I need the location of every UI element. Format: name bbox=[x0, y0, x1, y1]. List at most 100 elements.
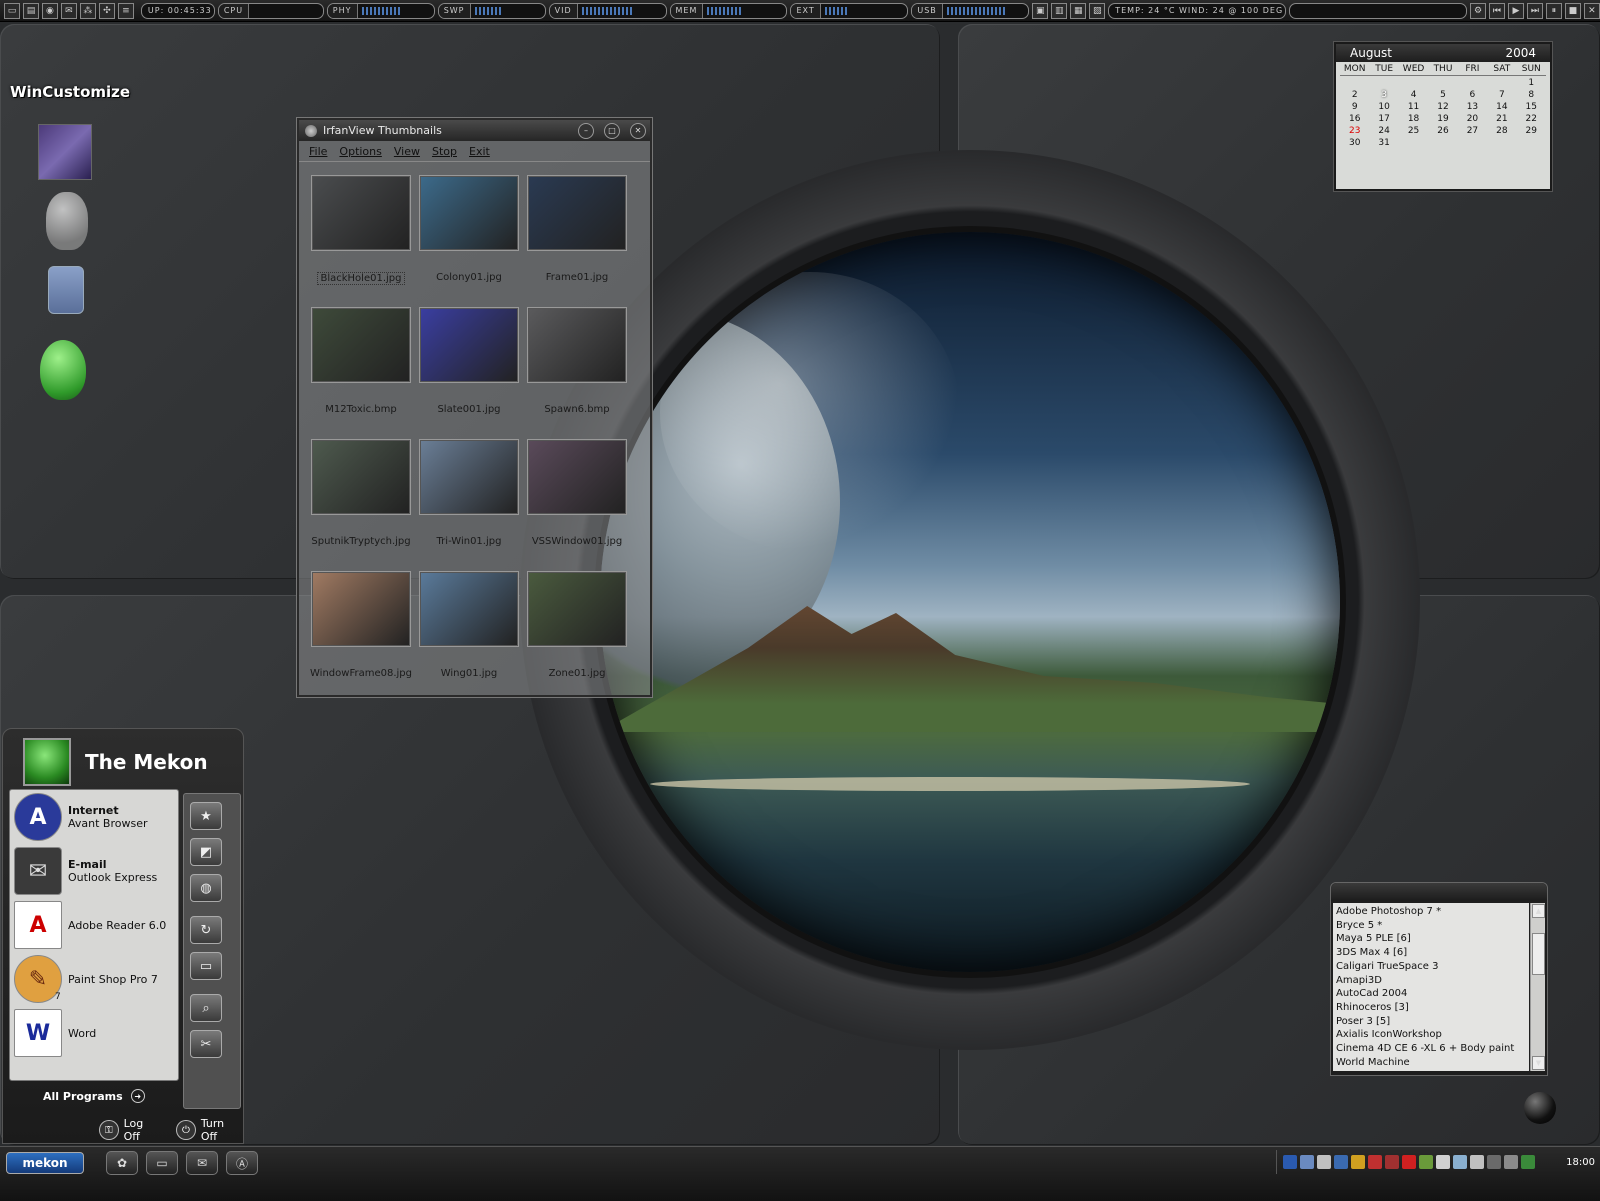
thumbnail-image[interactable] bbox=[420, 572, 518, 646]
scroll-thumb[interactable] bbox=[1532, 933, 1545, 975]
menu-item-stop[interactable]: Stop bbox=[432, 145, 457, 158]
tray-app-icon[interactable] bbox=[1385, 1155, 1399, 1169]
launcher-item[interactable]: AutoCad 2004 bbox=[1336, 987, 1526, 1001]
outlook-quicklaunch-icon[interactable]: ✉ bbox=[186, 1151, 218, 1175]
layout-icon-4[interactable]: ▧ bbox=[1089, 2, 1106, 19]
thumbnail-item[interactable]: Frame01.jpg bbox=[523, 176, 631, 308]
scrollbar[interactable]: ▲ ▼ bbox=[1530, 903, 1545, 1071]
menu-item-view[interactable]: View bbox=[394, 145, 420, 158]
favorites-icon[interactable]: ★ bbox=[190, 802, 222, 830]
nero-icon[interactable] bbox=[48, 266, 84, 314]
menu-item-options[interactable]: Options bbox=[339, 145, 381, 158]
play-icon[interactable]: ▶ bbox=[1507, 2, 1524, 19]
recycle-icon[interactable]: ↻ bbox=[190, 916, 222, 944]
close-icon[interactable]: ✕ bbox=[1583, 2, 1600, 19]
layout-icon-3[interactable]: ▦ bbox=[1070, 2, 1087, 19]
calendar-day[interactable]: 25 bbox=[1399, 126, 1428, 136]
tray-app-icon[interactable] bbox=[1402, 1155, 1416, 1169]
close-icon[interactable]: ✕ bbox=[630, 122, 646, 139]
pause-icon[interactable]: ⏸ bbox=[1545, 2, 1562, 19]
maximize-icon[interactable]: □ bbox=[604, 122, 620, 139]
previous-track-icon[interactable]: ⏮ bbox=[1488, 2, 1505, 19]
paint-shop-pro-quicklaunch-icon[interactable]: ✿ bbox=[106, 1151, 138, 1175]
tray-app-icon[interactable] bbox=[1453, 1155, 1467, 1169]
launcher-item[interactable]: Maya 5 PLE [6] bbox=[1336, 932, 1526, 946]
thumbnail-image[interactable] bbox=[312, 308, 410, 382]
stop-icon[interactable]: ■ bbox=[1564, 2, 1581, 19]
avant-browser-quicklaunch-icon[interactable]: Ⓐ bbox=[226, 1151, 258, 1175]
tray-app-icon[interactable] bbox=[1317, 1155, 1331, 1169]
calendar-day[interactable]: 15 bbox=[1517, 102, 1546, 112]
thumbnail-image[interactable] bbox=[420, 176, 518, 250]
calendar-day[interactable]: 3 bbox=[1369, 90, 1398, 100]
tray-app-icon[interactable] bbox=[1300, 1155, 1314, 1169]
thumbnail-item[interactable]: BlackHole01.jpg bbox=[307, 176, 415, 308]
orb-icon[interactable] bbox=[1524, 1092, 1556, 1124]
calendar-day[interactable]: 26 bbox=[1428, 126, 1457, 136]
menu-item-exit[interactable]: Exit bbox=[469, 145, 490, 158]
notes-icon[interactable]: ≡ bbox=[117, 2, 134, 19]
renderosity-icon[interactable] bbox=[38, 124, 92, 180]
pinned-item-e-mail[interactable]: ✉ E-mail Outlook Express bbox=[10, 844, 178, 898]
thumbnail-image[interactable] bbox=[528, 440, 626, 514]
layout-icon-2[interactable]: ▥ bbox=[1051, 2, 1068, 19]
thumbnail-item[interactable]: Tri-Win01.jpg bbox=[415, 440, 523, 572]
thumbnail-image[interactable] bbox=[312, 572, 410, 646]
start-button[interactable]: mekon bbox=[6, 1152, 84, 1174]
calendar-day[interactable]: 16 bbox=[1340, 114, 1369, 124]
thumbnail-item[interactable]: Zone01.jpg bbox=[523, 572, 631, 704]
thumbnail-image[interactable] bbox=[312, 176, 410, 250]
thumbnail-item[interactable]: Slate001.jpg bbox=[415, 308, 523, 440]
avatar[interactable] bbox=[23, 738, 71, 786]
calendar-day[interactable]: 14 bbox=[1487, 102, 1516, 112]
calendar-day[interactable]: 18 bbox=[1399, 114, 1428, 124]
tools-icon[interactable]: ✂ bbox=[190, 1030, 222, 1058]
calendar-day[interactable]: 17 bbox=[1369, 114, 1398, 124]
tray-app-icon[interactable] bbox=[1334, 1155, 1348, 1169]
thumbnail-item[interactable]: Spawn6.bmp bbox=[523, 308, 631, 440]
alien-head-icon[interactable] bbox=[40, 340, 86, 400]
calendar-day[interactable]: 8 bbox=[1517, 90, 1546, 100]
tray-app-icon[interactable] bbox=[1351, 1155, 1365, 1169]
all-programs-button[interactable]: All Programs ➜ bbox=[43, 1089, 145, 1103]
thumbnail-item[interactable]: SputnikTryptych.jpg bbox=[307, 440, 415, 572]
launcher-item[interactable]: Bryce 5 * bbox=[1336, 919, 1526, 933]
thumbnail-item[interactable]: M12Toxic.bmp bbox=[307, 308, 415, 440]
pinned-item-internet[interactable]: A Internet Avant Browser bbox=[10, 790, 178, 844]
calendar-day[interactable]: 30 bbox=[1340, 138, 1369, 148]
folder-icon[interactable]: ▭ bbox=[190, 952, 222, 980]
menu-item-file[interactable]: File bbox=[309, 145, 327, 158]
calendar-day[interactable]: 19 bbox=[1428, 114, 1457, 124]
launcher-item[interactable]: Cinema 4D CE 6 -XL 6 + Body paint bbox=[1336, 1042, 1526, 1056]
calendar-day[interactable]: 28 bbox=[1487, 126, 1516, 136]
calendar-day[interactable]: 5 bbox=[1428, 90, 1457, 100]
calendar-day[interactable]: 1 bbox=[1517, 78, 1546, 88]
recent-program-item[interactable]: ✎ 7 Paint Shop Pro 7 bbox=[10, 952, 178, 1006]
recent-program-item[interactable]: A Adobe Reader 6.0 bbox=[10, 898, 178, 952]
calendar-day[interactable]: 24 bbox=[1369, 126, 1398, 136]
wincustomize-logo-icon[interactable]: WinCustomize bbox=[10, 66, 130, 118]
launcher-item[interactable]: Poser 3 [5] bbox=[1336, 1015, 1526, 1029]
ghost-icon[interactable] bbox=[46, 192, 88, 250]
thumbnail-image[interactable] bbox=[312, 440, 410, 514]
thumbnail-item[interactable]: WindowFrame08.jpg bbox=[307, 572, 415, 704]
thumbnail-image[interactable] bbox=[420, 440, 518, 514]
calendar-day[interactable]: 20 bbox=[1458, 114, 1487, 124]
folder-quicklaunch-icon[interactable]: ▭ bbox=[146, 1151, 178, 1175]
folder-icon[interactable]: ▭ bbox=[4, 2, 20, 19]
turn-off-button[interactable]: ⏻ Turn Off bbox=[176, 1117, 243, 1143]
calendar-day[interactable]: 6 bbox=[1458, 90, 1487, 100]
calendar-day[interactable]: 7 bbox=[1487, 90, 1516, 100]
calendar-day[interactable]: 31 bbox=[1369, 138, 1398, 148]
disc-icon[interactable]: ◉ bbox=[41, 2, 58, 19]
launcher-item[interactable]: 3DS Max 4 [6] bbox=[1336, 946, 1526, 960]
tray-app-icon[interactable] bbox=[1368, 1155, 1382, 1169]
thumbnail-item[interactable]: Wing01.jpg bbox=[415, 572, 523, 704]
mail-icon[interactable]: ✉ bbox=[60, 2, 77, 19]
calendar-day[interactable]: 29 bbox=[1517, 126, 1546, 136]
tools-icon[interactable]: ✣ bbox=[98, 2, 115, 19]
calendar-day[interactable]: 9 bbox=[1340, 102, 1369, 112]
media-progress-bar[interactable] bbox=[1289, 2, 1467, 19]
calendar-day[interactable]: 21 bbox=[1487, 114, 1516, 124]
calendar-day[interactable]: 10 bbox=[1369, 102, 1398, 112]
